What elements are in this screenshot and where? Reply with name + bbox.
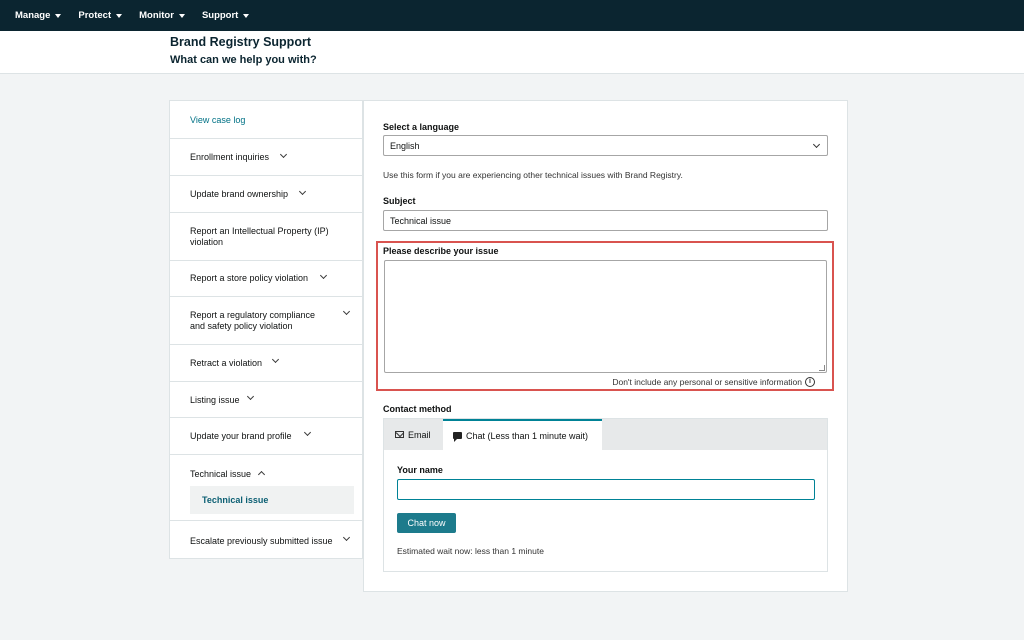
subject-label: Subject — [383, 196, 416, 206]
chevron-down-icon — [246, 392, 255, 401]
subject-field[interactable]: Technical issue — [383, 210, 828, 231]
info-icon[interactable]: i — [805, 377, 815, 387]
top-nav: Manage Protect Monitor Support — [0, 0, 1024, 31]
sidebar-item-label: Retract a violation — [190, 358, 263, 368]
sidebar-subitem-technical-issue[interactable]: Technical issue — [190, 486, 354, 514]
describe-issue-label: Please describe your issue — [383, 246, 499, 256]
sidebar-subitem-label: Technical issue — [202, 495, 269, 505]
tab-email-label: Email — [408, 429, 431, 440]
nav-manage[interactable]: Manage — [15, 10, 62, 21]
describe-issue-textarea[interactable] — [384, 260, 827, 373]
chevron-down-icon — [342, 307, 351, 316]
sidebar-item-label: Report a store policy violation — [190, 273, 309, 283]
tab-email[interactable]: Email — [384, 419, 444, 450]
sidebar-item-label: Escalate previously submitted issue — [190, 536, 333, 546]
caret-down-icon — [116, 13, 123, 18]
sidebar-item-label: Report a regulatory compliance and safet… — [190, 310, 316, 331]
sidebar-item-update-brand-profile[interactable]: Update your brand profile — [170, 418, 362, 455]
chat-now-button[interactable]: Chat now — [397, 513, 456, 533]
estimated-wait-text: Estimated wait now: less than 1 minute — [397, 546, 544, 556]
sidebar-item-label: Technical issue — [190, 469, 252, 479]
sidebar-item-label: Report an Intellectual Property (IP) vio… — [190, 226, 329, 247]
caret-down-icon — [55, 13, 62, 18]
sidebar-item-listing-issue[interactable]: Listing issue — [170, 382, 362, 418]
sidebar-item-view-case-log[interactable]: View case log — [170, 101, 362, 139]
tab-chat[interactable]: Chat (Less than 1 minute wait) — [443, 419, 602, 450]
chevron-down-icon — [271, 355, 280, 364]
nav-support-label: Support — [201, 10, 239, 21]
chevron-up-icon — [257, 470, 266, 479]
chat-now-label: Chat now — [407, 518, 446, 528]
caret-down-icon — [178, 13, 185, 18]
sidebar-item-label: View case log — [190, 115, 246, 125]
sidebar-item-label: Update brand ownership — [190, 189, 289, 199]
nav-protect-label: Protect — [78, 10, 112, 21]
sidebar-item-report-regulatory[interactable]: Report a regulatory compliance and safet… — [170, 297, 362, 345]
chevron-down-icon — [812, 140, 821, 149]
caret-down-icon — [243, 13, 250, 18]
nav-monitor[interactable]: Monitor — [139, 10, 185, 21]
chevron-down-icon — [279, 150, 288, 159]
contact-method-label: Contact method — [383, 404, 452, 414]
sidebar-item-report-ip-violation[interactable]: Report an Intellectual Property (IP) vio… — [170, 213, 362, 261]
privacy-note: Don't include any personal or sensitive … — [612, 377, 815, 387]
envelope-icon — [395, 431, 404, 438]
chevron-down-icon — [298, 187, 307, 196]
your-name-label: Your name — [397, 465, 443, 475]
sidebar-item-retract-violation[interactable]: Retract a violation — [170, 345, 362, 382]
tab-chat-label: Chat (Less than 1 minute wait) — [466, 430, 589, 441]
chevron-down-icon — [319, 271, 328, 280]
subject-field-value: Technical issue — [390, 216, 452, 226]
page-subtitle: What can we help you with? — [170, 54, 317, 66]
sidebar-item-enrollment-inquiries[interactable]: Enrollment inquiries — [170, 139, 362, 176]
form-help-text: Use this form if you are experiencing ot… — [383, 170, 683, 180]
nav-protect[interactable]: Protect — [78, 10, 123, 21]
page-header: Brand Registry Support What can we help … — [0, 31, 1024, 74]
sidebar-item-escalate[interactable]: Escalate previously submitted issue — [170, 521, 362, 558]
sidebar-item-label: Enrollment inquiries — [190, 152, 270, 162]
privacy-note-text: Don't include any personal or sensitive … — [612, 377, 802, 387]
language-select[interactable]: English — [383, 135, 828, 156]
your-name-field[interactable] — [397, 479, 815, 500]
chat-bubble-icon — [453, 432, 462, 442]
nav-manage-label: Manage — [15, 10, 51, 21]
sidebar-item-label: Listing issue — [190, 395, 240, 405]
sidebar-item-label: Update your brand profile — [190, 431, 292, 441]
chevron-down-icon — [303, 428, 312, 437]
sidebar-item-report-store-policy[interactable]: Report a store policy violation — [170, 261, 362, 297]
resize-handle-icon[interactable] — [819, 365, 825, 371]
nav-support[interactable]: Support — [201, 10, 250, 21]
nav-monitor-label: Monitor — [139, 10, 174, 21]
chevron-down-icon — [342, 533, 351, 542]
sidebar-item-update-brand-ownership[interactable]: Update brand ownership — [170, 176, 362, 213]
language-label: Select a language — [383, 122, 460, 132]
page-title: Brand Registry Support — [170, 35, 311, 49]
language-select-value: English — [390, 141, 420, 151]
contact-tabs: Email Chat (Less than 1 minute wait) — [384, 419, 827, 450]
